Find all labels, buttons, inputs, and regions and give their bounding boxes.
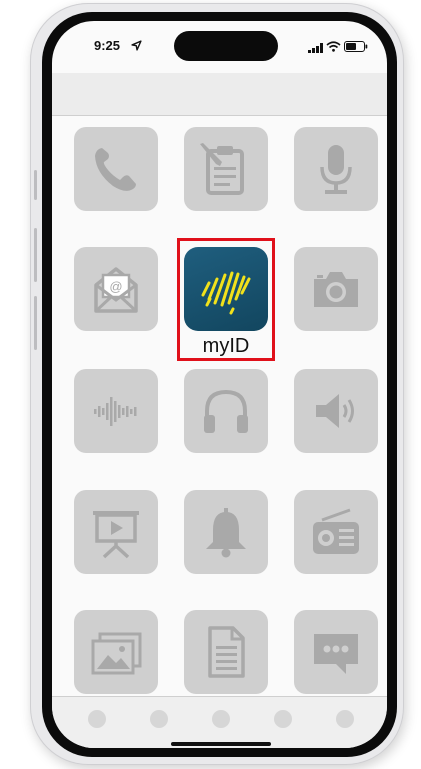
divider bbox=[52, 115, 387, 116]
radio-icon bbox=[313, 508, 359, 554]
app-document[interactable] bbox=[184, 610, 268, 694]
dynamic-island bbox=[174, 31, 278, 61]
app-label-myid: myID bbox=[202, 335, 250, 357]
app-myid[interactable] bbox=[184, 247, 268, 331]
page-dot[interactable] bbox=[150, 710, 168, 728]
cellular-signal-icon bbox=[308, 40, 324, 58]
app-bell[interactable] bbox=[184, 490, 268, 574]
camera-icon bbox=[314, 272, 358, 307]
document-icon bbox=[208, 626, 245, 678]
app-clipboard[interactable] bbox=[184, 127, 268, 211]
app-headphones[interactable] bbox=[184, 369, 268, 453]
app-phone[interactable] bbox=[74, 127, 158, 211]
status-bar: 9:25 bbox=[52, 21, 387, 73]
wifi-icon bbox=[326, 39, 341, 57]
sound-wave-icon bbox=[94, 397, 137, 426]
speaker-icon bbox=[316, 394, 354, 428]
microphone-icon bbox=[320, 145, 352, 194]
volume-up-button bbox=[34, 228, 37, 282]
app-speaker[interactable] bbox=[294, 369, 378, 453]
page-dot[interactable] bbox=[274, 710, 292, 728]
svg-text:@: @ bbox=[109, 279, 122, 294]
location-arrow-icon bbox=[131, 38, 142, 56]
app-microphone[interactable] bbox=[294, 127, 378, 211]
battery-icon bbox=[344, 39, 368, 57]
app-photos[interactable] bbox=[74, 610, 158, 694]
clipboard-pencil-icon bbox=[200, 143, 244, 195]
app-chat[interactable] bbox=[294, 610, 378, 694]
email-icon: @ bbox=[94, 267, 138, 313]
headphones-icon bbox=[204, 389, 248, 433]
photos-icon bbox=[91, 632, 142, 675]
app-presentation[interactable] bbox=[74, 490, 158, 574]
top-band bbox=[52, 73, 387, 115]
page-dot[interactable] bbox=[212, 710, 230, 728]
side-button bbox=[34, 170, 37, 200]
page-dot[interactable] bbox=[88, 710, 106, 728]
app-radio[interactable] bbox=[294, 490, 378, 574]
app-sound-wave[interactable] bbox=[74, 369, 158, 453]
phone-icon bbox=[95, 148, 136, 191]
app-email[interactable]: @ bbox=[74, 247, 158, 331]
volume-down-button bbox=[34, 296, 37, 350]
chat-icon bbox=[314, 634, 358, 674]
status-time: 9:25 bbox=[94, 38, 121, 53]
myid-australia-icon bbox=[201, 271, 251, 315]
bell-icon bbox=[206, 508, 246, 558]
phone-screen: 9:25 @ myID bbox=[52, 21, 387, 748]
app-camera[interactable] bbox=[294, 247, 378, 331]
page-dot[interactable] bbox=[336, 710, 354, 728]
presentation-icon bbox=[93, 511, 139, 559]
dock bbox=[52, 697, 387, 748]
home-indicator[interactable] bbox=[171, 742, 271, 746]
